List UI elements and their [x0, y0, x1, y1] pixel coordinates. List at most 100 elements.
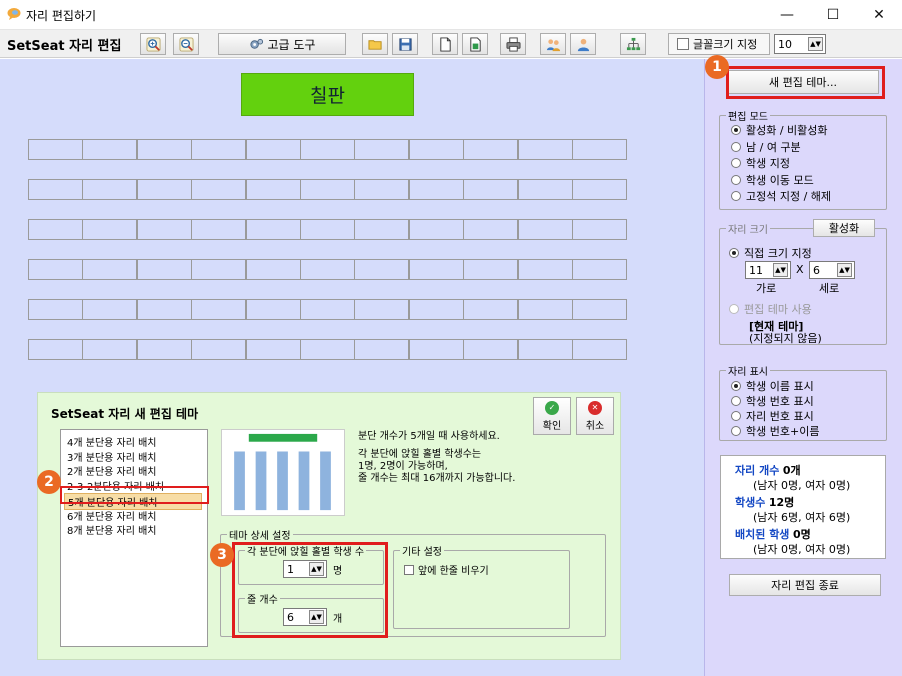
seat-display-option[interactable]: 학생 번호+이름 [731, 423, 819, 439]
theme-list-item[interactable]: 6개 분단용 자리 배치 [67, 508, 157, 523]
seat-cell[interactable] [136, 219, 192, 240]
seat-cell[interactable] [28, 179, 83, 200]
seat-cell[interactable] [408, 179, 464, 200]
advanced-tools-button[interactable]: 고급 도구 [218, 33, 346, 55]
seat-cell[interactable] [354, 139, 410, 160]
seat-cell[interactable] [245, 219, 301, 240]
seat-cell[interactable] [82, 139, 138, 160]
seat-cell[interactable] [408, 299, 464, 320]
seat-cell[interactable] [191, 219, 247, 240]
spin-arrows-icon[interactable]: ▲▼ [837, 263, 852, 277]
seat-cell[interactable] [300, 179, 355, 200]
theme-list-item[interactable]: 8개 분단용 자리 배치 [67, 522, 157, 537]
theme-size-radio[interactable] [729, 304, 739, 314]
seat-cell[interactable] [517, 139, 573, 160]
seat-cell[interactable] [300, 339, 355, 360]
seat-cell[interactable] [245, 299, 301, 320]
seat-cell[interactable] [408, 219, 464, 240]
seat-cell[interactable] [572, 139, 627, 160]
spin-arrows-icon[interactable]: ▲▼ [808, 37, 823, 51]
radio-button[interactable] [731, 174, 741, 185]
theme-size-option[interactable]: 편집 테마 사용 [729, 301, 812, 317]
seat-cell[interactable] [82, 339, 138, 360]
zoom-out-button[interactable] [173, 33, 199, 55]
student-button[interactable] [570, 33, 596, 55]
close-button[interactable]: ✕ [856, 0, 902, 30]
edit-mode-option[interactable]: 활성화 / 비활성화 [731, 122, 828, 138]
seat-cell[interactable] [300, 259, 355, 280]
seat-cell[interactable] [354, 339, 410, 360]
radio-button[interactable] [731, 411, 741, 421]
edit-mode-option[interactable]: 학생 이동 모드 [731, 172, 814, 188]
radio-button[interactable] [731, 396, 741, 406]
seat-cell[interactable] [463, 299, 519, 320]
seat-cell[interactable] [572, 339, 627, 360]
seat-cell[interactable] [191, 139, 247, 160]
print-button[interactable] [500, 33, 526, 55]
radio-button[interactable] [731, 158, 741, 168]
empty-front-check[interactable] [404, 564, 414, 575]
width-spinner[interactable]: 11 ▲▼ [745, 261, 791, 279]
seat-display-option[interactable]: 학생 이름 표시 [731, 378, 814, 394]
seat-cell[interactable] [463, 179, 519, 200]
seat-cell[interactable] [136, 259, 192, 280]
theme-list-item[interactable]: 2개 분단용 자리 배치 [67, 463, 157, 478]
activate-size-button[interactable]: 활성화 [813, 219, 875, 237]
seat-cell[interactable] [354, 219, 410, 240]
seat-cell[interactable] [136, 299, 192, 320]
minimize-button[interactable]: — [764, 0, 810, 30]
radio-button[interactable] [731, 426, 741, 436]
seat-cell[interactable] [28, 339, 83, 360]
seat-cell[interactable] [300, 299, 355, 320]
seat-cell[interactable] [300, 139, 355, 160]
seat-cell[interactable] [245, 339, 301, 360]
save-button[interactable] [392, 33, 418, 55]
seat-cell[interactable] [517, 179, 573, 200]
radio-button[interactable] [731, 191, 741, 201]
seat-cell[interactable] [408, 139, 464, 160]
cancel-button[interactable]: ✕ 취소 [576, 397, 614, 435]
edit-mode-option[interactable]: 학생 지정 [731, 155, 790, 171]
seat-cell[interactable] [354, 259, 410, 280]
maximize-button[interactable]: ☐ [810, 0, 856, 30]
theme-list-item[interactable]: 3개 분단용 자리 배치 [67, 449, 157, 464]
spin-arrows-icon[interactable]: ▲▼ [773, 263, 788, 277]
seat-cell[interactable] [517, 339, 573, 360]
seat-cell[interactable] [245, 139, 301, 160]
seat-cell[interactable] [572, 259, 627, 280]
seat-cell[interactable] [82, 179, 138, 200]
direct-size-radio[interactable] [729, 248, 739, 258]
seat-cell[interactable] [572, 299, 627, 320]
seat-cell[interactable] [463, 339, 519, 360]
radio-button[interactable] [731, 381, 741, 391]
seat-cell[interactable] [354, 299, 410, 320]
seat-display-option[interactable]: 학생 번호 표시 [731, 393, 814, 409]
new-page-button[interactable] [432, 33, 458, 55]
seat-cell[interactable] [463, 139, 519, 160]
zoom-in-button[interactable] [140, 33, 166, 55]
seat-cell[interactable] [408, 259, 464, 280]
direct-size-option[interactable]: 직접 크기 지정 [729, 245, 812, 261]
font-size-checkbox[interactable]: 글꼴크기 지정 [668, 33, 770, 55]
radio-button[interactable] [731, 141, 741, 152]
ok-button[interactable]: ✓ 확인 [533, 397, 571, 435]
seat-cell[interactable] [191, 339, 247, 360]
seat-cell[interactable] [245, 259, 301, 280]
seat-cell[interactable] [245, 179, 301, 200]
seat-cell[interactable] [136, 339, 192, 360]
seat-cell[interactable] [28, 219, 83, 240]
seat-cell[interactable] [408, 339, 464, 360]
export-excel-button[interactable] [462, 33, 488, 55]
seat-cell[interactable] [28, 259, 83, 280]
radio-button[interactable] [731, 125, 741, 135]
seat-cell[interactable] [191, 179, 247, 200]
seat-cell[interactable] [572, 179, 627, 200]
arrangement-button[interactable] [620, 33, 646, 55]
seat-cell[interactable] [517, 299, 573, 320]
edit-mode-option[interactable]: 남 / 여 구분 [731, 139, 801, 155]
theme-list-item[interactable]: 4개 분단용 자리 배치 [67, 434, 157, 449]
seat-display-option[interactable]: 자리 번호 표시 [731, 408, 814, 424]
empty-front-row-option[interactable]: 앞에 한줄 비우기 [404, 562, 569, 577]
height-spinner[interactable]: 6 ▲▼ [809, 261, 855, 279]
seat-cell[interactable] [191, 259, 247, 280]
